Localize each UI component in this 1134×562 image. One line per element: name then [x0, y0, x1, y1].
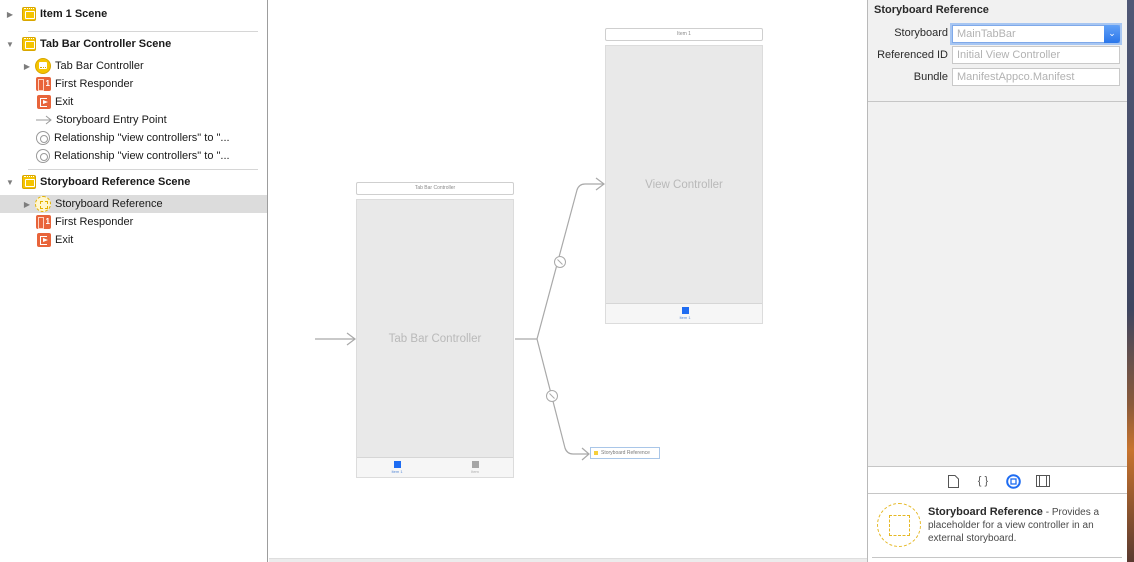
entry-point-arrow[interactable]	[315, 332, 356, 346]
inspector-section-title: Storyboard Reference	[874, 4, 989, 16]
tab-bar-item[interactable]: Item 1	[382, 461, 412, 476]
outline-item-tab-bar-controller[interactable]: ▶ Tab Bar Controller	[0, 57, 267, 75]
scene-center-label: View Controller	[645, 179, 723, 191]
outline-item-first-responder[interactable]: 1 First Responder	[0, 213, 267, 231]
item-label: Exit	[55, 96, 74, 108]
separator	[872, 557, 1122, 558]
desktop-wallpaper	[1127, 0, 1134, 562]
item-label: First Responder	[55, 216, 134, 228]
referenced-id-placeholder: Initial View Controller	[957, 49, 1061, 61]
referenced-id-label: Referenced ID	[877, 49, 948, 61]
bundle-input[interactable]: ManifestAppco.Manifest	[952, 68, 1120, 86]
entry-arrow-icon	[36, 115, 52, 125]
first-responder-icon: 1	[36, 77, 51, 91]
chevron-down-icon[interactable]: ⌄	[1104, 25, 1120, 43]
scene-icon	[22, 37, 36, 51]
scene-icon	[22, 175, 36, 189]
tab-item-icon	[681, 307, 689, 314]
outline-item-exit[interactable]: Exit	[0, 231, 267, 249]
tab-bar: Item 1 Item	[357, 457, 513, 477]
disclosure-expanded-icon[interactable]: ▼	[6, 173, 14, 191]
storyboard-reference-node[interactable]: Storyboard Reference	[590, 447, 660, 459]
storyboard-canvas[interactable]: Tab Bar Controller Tab Bar Controller It…	[269, 0, 867, 562]
scene-dock-item1[interactable]: Item 1	[605, 28, 763, 41]
outline-scene-tab-bar-controller[interactable]: ▼ Tab Bar Controller Scene	[0, 35, 267, 53]
relationship-icon	[36, 131, 50, 145]
storyboard-select-value: MainTabBar	[957, 28, 1016, 40]
library-list: Storyboard Reference - Provides a placeh…	[868, 494, 1127, 562]
media-library-icon[interactable]	[1035, 473, 1051, 489]
tab-bar-item[interactable]: Item 1	[670, 307, 700, 322]
scene-title: Storyboard Reference Scene	[40, 176, 191, 188]
storyboard-reference-node-icon	[594, 451, 598, 455]
exit-icon	[37, 95, 51, 109]
tab-bar: Item 1	[606, 303, 762, 323]
object-library-icon[interactable]	[1005, 473, 1021, 489]
outline-scene-storyboard-reference[interactable]: ▼ Storyboard Reference Scene	[0, 173, 267, 191]
tab-item-label: Item 1	[679, 315, 691, 320]
scene-dock-tab-bar-controller[interactable]: Tab Bar Controller	[356, 182, 514, 195]
tab-bar-controller-view[interactable]: Tab Bar Controller Item 1 Item	[356, 199, 514, 478]
document-outline: ▶ Item 1 Scene ▼ Tab Bar Controller Scen…	[0, 0, 268, 562]
item-label: Relationship "view controllers" to "...	[54, 132, 230, 144]
item-label: Storyboard Entry Point	[56, 114, 167, 126]
file-template-icon[interactable]	[945, 473, 961, 489]
tab-item-label: Item 1	[391, 469, 403, 474]
library-selector-bar: { }	[868, 466, 1127, 494]
tab-item-icon	[393, 461, 401, 468]
separator	[28, 31, 258, 32]
first-responder-icon: 1	[36, 215, 51, 229]
separator	[28, 169, 258, 170]
disclosure-collapsed-icon[interactable]: ▶	[23, 195, 31, 213]
tab-item-label: Item	[471, 469, 479, 474]
relationship-icon	[36, 149, 50, 163]
item-label: Exit	[55, 234, 74, 246]
disclosure-collapsed-icon[interactable]: ▶	[6, 5, 14, 23]
library-item-description: Storyboard Reference - Provides a placeh…	[928, 506, 1124, 545]
disclosure-collapsed-icon[interactable]: ▶	[23, 57, 31, 75]
outline-item-first-responder[interactable]: 1 First Responder	[0, 75, 267, 93]
exit-icon	[37, 233, 51, 247]
storyboard-select[interactable]: MainTabBar ⌄	[952, 25, 1120, 43]
tab-bar-item[interactable]: Item	[460, 461, 490, 476]
storyboard-reference-icon	[35, 196, 51, 212]
storyboard-reference-node-label: Storyboard Reference	[601, 450, 650, 456]
item-label: First Responder	[55, 78, 134, 90]
view-controller-view[interactable]: View Controller Item 1	[605, 45, 763, 324]
bundle-label: Bundle	[913, 71, 948, 83]
referenced-id-input[interactable]: Initial View Controller	[952, 46, 1120, 64]
bundle-placeholder: ManifestAppco.Manifest	[957, 71, 1075, 83]
attributes-inspector: Storyboard Reference Storyboard MainTabB…	[867, 0, 1127, 562]
storyboard-label: Storyboard	[894, 27, 948, 39]
tab-item-icon	[471, 461, 479, 468]
scene-title: Item 1 Scene	[40, 8, 108, 20]
outline-item-entry-point[interactable]: Storyboard Entry Point	[0, 111, 267, 129]
library-item-title: Storyboard Reference	[928, 506, 1043, 518]
relationship-segue-item1[interactable]	[515, 177, 605, 340]
storyboard-reference-icon	[877, 503, 921, 547]
outline-item-storyboard-reference[interactable]: ▶ Storyboard Reference	[0, 195, 267, 213]
scene-center-label: Tab Bar Controller	[388, 333, 482, 345]
item-label: Tab Bar Controller	[55, 60, 144, 72]
outline-item-relationship[interactable]: Relationship "view controllers" to "...	[0, 129, 267, 147]
scene-icon	[22, 7, 36, 21]
item-label: Relationship "view controllers" to "...	[54, 150, 230, 162]
outline-scene-item-1[interactable]: ▶ Item 1 Scene	[0, 5, 267, 23]
disclosure-expanded-icon[interactable]: ▼	[6, 35, 14, 53]
outline-item-exit[interactable]: Exit	[0, 93, 267, 111]
tab-bar-controller-icon	[35, 58, 51, 74]
separator	[868, 101, 1127, 102]
item-label: Storyboard Reference	[55, 198, 163, 210]
scene-title: Tab Bar Controller Scene	[40, 38, 172, 50]
outline-item-relationship[interactable]: Relationship "view controllers" to "...	[0, 147, 267, 165]
canvas-bottom-bar	[269, 558, 867, 562]
code-snippet-icon[interactable]: { }	[975, 473, 991, 489]
relationship-segue-storyboard-reference[interactable]	[536, 338, 590, 461]
